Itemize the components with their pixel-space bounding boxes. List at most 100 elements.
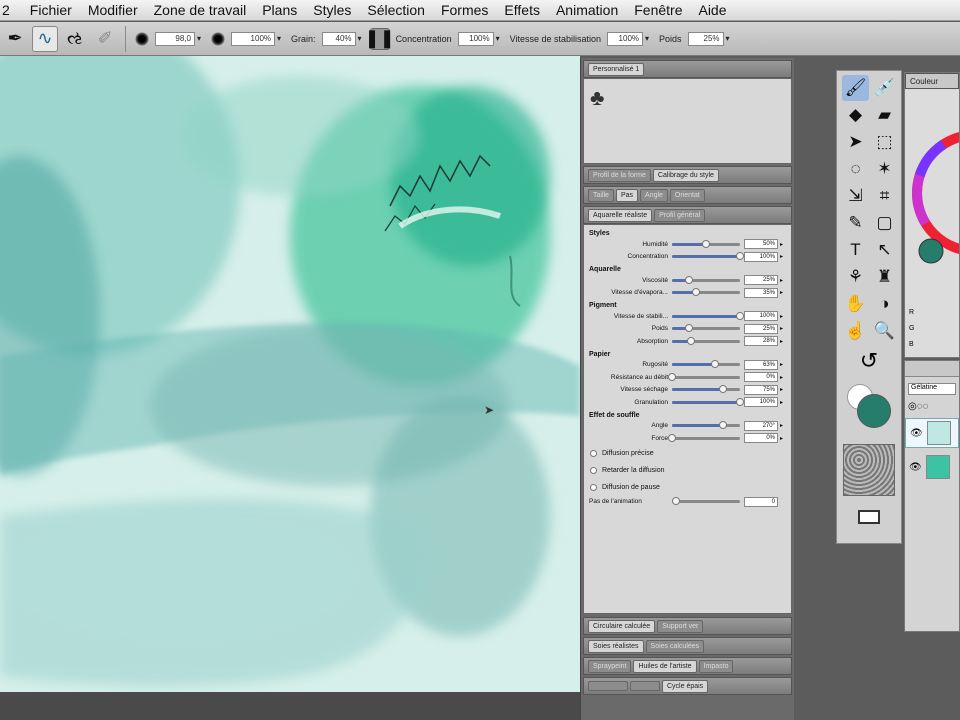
horizontal-scrollbar[interactable] <box>0 692 580 720</box>
stepper-icon[interactable]: ▸ <box>780 361 783 368</box>
param-slider[interactable] <box>672 252 744 261</box>
anim-slider[interactable] <box>672 497 740 506</box>
brush-icon[interactable]: 🖌 <box>842 75 869 101</box>
crop-icon[interactable]: ⌗ <box>871 183 898 209</box>
param-value[interactable]: 100% <box>744 251 778 262</box>
checkbox[interactable] <box>590 483 597 491</box>
tab-orientation[interactable]: Orientat <box>669 188 705 202</box>
param-slider[interactable] <box>668 372 740 381</box>
media-selector-icon[interactable] <box>858 510 880 524</box>
tab-realistic-bristles[interactable]: Soies réalistes <box>588 639 644 653</box>
param-value[interactable]: 35% <box>744 287 778 298</box>
concentration-arrow-icon[interactable]: ▾ <box>496 34 500 43</box>
menu-item[interactable]: Fichier <box>22 2 80 18</box>
checkbox-row[interactable]: Diffusion précise <box>584 445 791 462</box>
marquee-icon[interactable]: ⬚ <box>871 129 898 155</box>
main-color-swatch[interactable] <box>857 394 891 428</box>
slider-knob[interactable] <box>685 324 693 333</box>
menu-item[interactable]: Animation <box>548 2 626 18</box>
param-slider[interactable] <box>672 421 740 430</box>
eraser-icon[interactable]: ▰ <box>871 102 898 128</box>
eraser-fill-icon[interactable]: ◆ <box>842 102 869 128</box>
brush-selector-icon[interactable]: ✒ <box>2 26 28 52</box>
slider-knob[interactable] <box>691 288 700 297</box>
menu-item[interactable]: Effets <box>496 2 548 18</box>
param-slider[interactable] <box>672 239 740 248</box>
anim-value[interactable]: 0 <box>744 496 778 507</box>
stepper-icon[interactable]: ▸ <box>780 338 783 345</box>
grain-arrow-icon[interactable]: ▾ <box>358 34 362 43</box>
cloner-icon[interactable]: ⚘ <box>842 264 869 290</box>
rectangle-icon[interactable]: ▢ <box>871 210 898 236</box>
arrow-icon[interactable]: ➤ <box>842 129 869 155</box>
param-slider[interactable] <box>672 397 744 406</box>
param-value[interactable]: 0% <box>744 372 778 383</box>
tab-custom[interactable]: Personnalisé 1 <box>588 62 645 76</box>
menu-item[interactable]: Plans <box>254 2 305 18</box>
slider-knob[interactable] <box>719 421 727 430</box>
checkbox-row[interactable]: Retarder la diffusion <box>584 462 791 479</box>
param-value[interactable]: 63% <box>744 359 778 370</box>
menu-item[interactable]: Sélection <box>359 2 433 18</box>
tab-style-calibration[interactable]: Calibrage du style <box>652 168 719 182</box>
param-slider[interactable] <box>668 433 740 442</box>
param-value[interactable]: 28% <box>744 336 778 347</box>
eye-icon[interactable]: 👁 <box>909 462 922 473</box>
param-slider[interactable] <box>672 360 740 369</box>
stepper-icon[interactable]: ▸ <box>780 253 783 260</box>
param-value[interactable]: 100% <box>744 397 778 408</box>
tab-blank-2[interactable] <box>630 681 660 691</box>
tab-computed-bristles[interactable]: Soies calculées <box>645 639 705 653</box>
slider-knob[interactable] <box>668 433 676 442</box>
param-slider[interactable] <box>672 311 744 320</box>
stepper-icon[interactable]: ▸ <box>780 313 783 320</box>
slider-knob[interactable] <box>702 239 710 248</box>
grain-field[interactable]: 40% <box>321 31 356 46</box>
tab-angle[interactable]: Angle <box>640 188 668 202</box>
stepper-icon[interactable]: ▸ <box>780 289 783 296</box>
pen-icon[interactable]: ✎ <box>842 210 869 236</box>
layer-row-2[interactable]: 👁 <box>905 452 959 482</box>
opacity-arrow-icon[interactable]: ▾ <box>277 34 281 43</box>
param-value[interactable]: 25% <box>744 275 778 286</box>
layer-tools-icons[interactable]: ◎◌◌ <box>908 401 956 412</box>
tab-realistic-watercolor[interactable]: Aquarelle réaliste <box>588 208 653 222</box>
weight-field[interactable]: 25% <box>687 31 724 46</box>
slider-knob[interactable] <box>736 311 744 320</box>
menu-item[interactable]: Fenêtre <box>626 2 690 18</box>
layer-row-1[interactable]: 👁 <box>905 418 959 448</box>
slider-knob[interactable] <box>710 360 719 369</box>
param-slider[interactable] <box>672 385 740 394</box>
magnifier-icon[interactable]: 🔍 <box>871 318 898 344</box>
slider-knob[interactable] <box>736 397 744 406</box>
param-value[interactable]: 270° <box>744 420 778 431</box>
stabilization-arrow-icon[interactable]: ▾ <box>645 34 649 43</box>
color-wheel[interactable] <box>905 103 959 273</box>
stepper-icon[interactable]: ▸ <box>780 325 783 332</box>
param-value[interactable]: 75% <box>744 384 778 395</box>
opacity-field[interactable]: 100% <box>231 31 276 46</box>
stepper-icon[interactable]: ▸ <box>780 435 783 442</box>
slider-knob[interactable] <box>672 497 680 506</box>
pause-icon[interactable]: ❚❚ <box>364 27 395 50</box>
slider-knob[interactable] <box>687 336 696 345</box>
eyedropper-icon[interactable]: 💉 <box>871 75 898 101</box>
param-value[interactable]: 0% <box>744 433 778 444</box>
tab-computed-circular[interactable]: Circulaire calculée <box>588 619 656 633</box>
param-slider[interactable] <box>672 288 740 297</box>
lasso-icon[interactable]: ◌ <box>842 156 869 182</box>
menu-item[interactable]: 2 <box>0 2 22 18</box>
stepper-icon[interactable]: ▸ <box>780 241 783 248</box>
tab-shape-profile[interactable]: Profil de la forme <box>588 168 651 182</box>
tab-spacing[interactable]: Pas <box>615 188 639 202</box>
size-arrow-icon[interactable]: ▾ <box>197 34 201 43</box>
checkbox-row[interactable]: Diffusion de pause <box>584 479 791 496</box>
size-field[interactable]: 98,0 <box>155 31 195 46</box>
stepper-icon[interactable]: ▸ <box>780 399 783 406</box>
straight-stroke-icon[interactable]: ઌ <box>62 26 88 52</box>
dodge-icon[interactable]: ✋ <box>842 291 869 317</box>
menu-item[interactable]: Zone de travail <box>146 2 255 18</box>
stepper-icon[interactable]: ▸ <box>780 422 783 429</box>
tab-thick-cycle[interactable]: Cycle épais <box>662 679 709 693</box>
transform-icon[interactable]: ⇲ <box>842 183 869 209</box>
